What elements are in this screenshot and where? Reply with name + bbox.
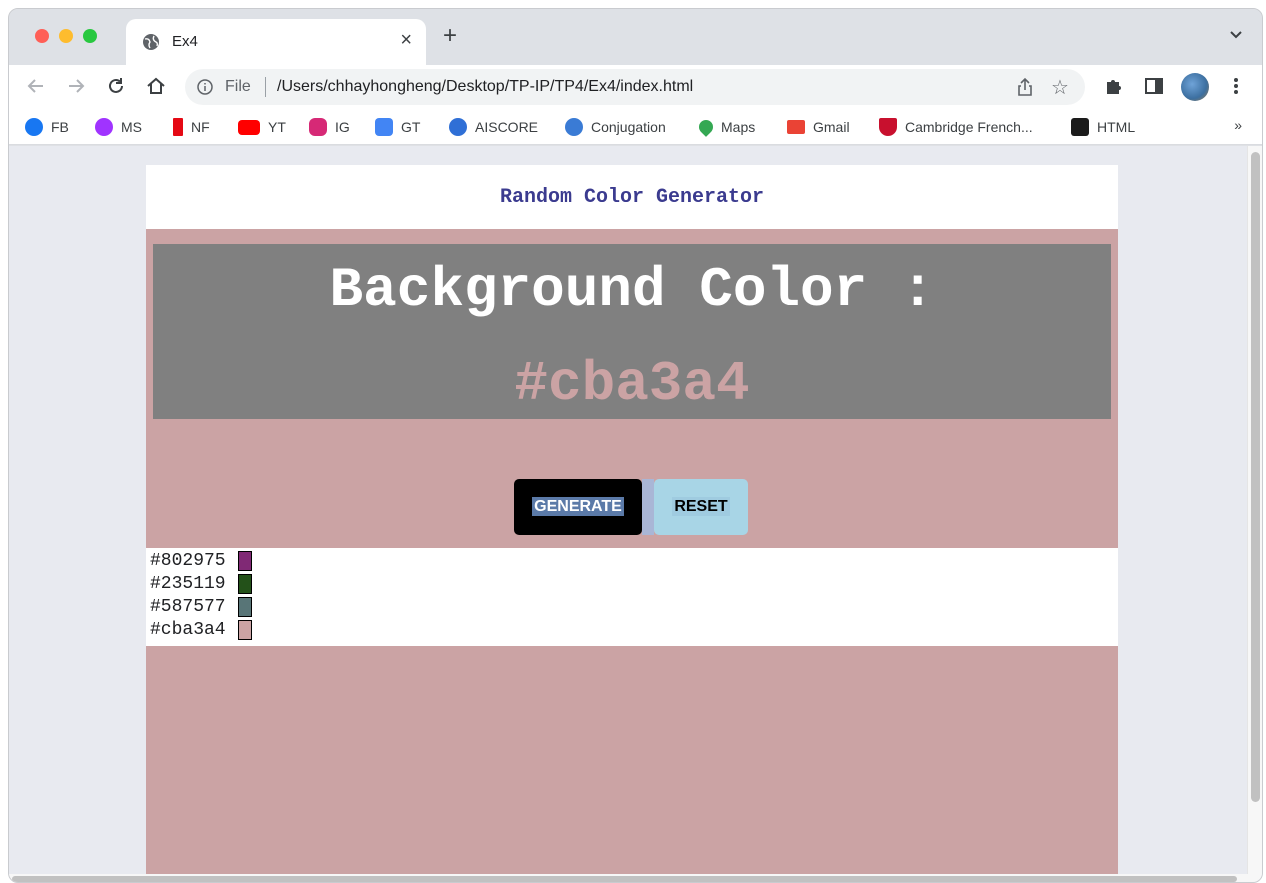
bookmark-ms[interactable]: MS <box>95 117 142 137</box>
address-separator <box>265 77 266 97</box>
color-area: Background Color : #cba3a4 GENERATE RESE… <box>146 229 1118 548</box>
forward-arrow-icon[interactable] <box>65 75 87 97</box>
color-history-list: #802975 #235119 #587577 #cba3a4 <box>146 548 1118 646</box>
bookmark-gt[interactable]: GT <box>375 117 420 137</box>
address-bar[interactable]: File /Users/chhayhongheng/Desktop/TP-IP/… <box>185 69 1085 105</box>
globe-icon <box>143 34 159 50</box>
history-hex: #587577 <box>150 596 226 617</box>
facebook-icon <box>25 118 43 136</box>
bookmark-cambridge[interactable]: Cambridge French... <box>879 117 1033 137</box>
bookmark-html[interactable]: HTML <box>1071 117 1135 137</box>
bookmark-label: Conjugation <box>591 119 666 135</box>
side-panel-icon[interactable] <box>1143 75 1165 97</box>
generate-button[interactable]: GENERATE <box>514 479 642 535</box>
more-vertical-icon[interactable] <box>1225 75 1247 97</box>
page-container: Random Color Generator Background Color … <box>146 165 1118 874</box>
bookmark-label: Gmail <box>813 119 850 135</box>
bookmark-maps[interactable]: Maps <box>696 117 756 137</box>
page-background-area <box>146 646 1118 874</box>
google-translate-icon <box>375 118 393 136</box>
bookmark-label: MS <box>121 119 142 135</box>
minimize-window-button[interactable] <box>59 29 73 43</box>
page-viewport: Random Color Generator Background Color … <box>9 146 1247 874</box>
bookmark-ig[interactable]: IG <box>309 117 350 137</box>
maximize-window-button[interactable] <box>83 29 97 43</box>
history-swatch <box>237 573 252 594</box>
reload-icon[interactable] <box>105 75 127 97</box>
browser-toolbar: File /Users/chhayhongheng/Desktop/TP-IP/… <box>9 65 1262 109</box>
address-scheme-label: File <box>225 78 251 95</box>
bookmark-yt[interactable]: YT <box>238 117 286 137</box>
chevron-down-icon[interactable] <box>1228 27 1244 43</box>
history-hex: #235119 <box>150 573 226 594</box>
generate-button-label: GENERATE <box>532 497 624 516</box>
bookmark-label: YT <box>268 119 286 135</box>
history-hex: #802975 <box>150 550 226 571</box>
instagram-icon <box>309 118 327 136</box>
bookmark-nf[interactable]: NF <box>173 117 210 137</box>
bookmark-label: Maps <box>721 119 756 135</box>
history-swatch <box>237 596 252 617</box>
share-icon[interactable] <box>1015 77 1035 97</box>
vertical-scroll-thumb[interactable] <box>1251 152 1260 802</box>
bookmark-label: GT <box>401 119 421 135</box>
profile-avatar[interactable] <box>1181 73 1209 101</box>
history-swatch <box>237 550 252 571</box>
messenger-icon <box>95 118 113 136</box>
button-row: GENERATE RESET <box>514 479 750 535</box>
background-color-value: #cba3a4 <box>514 352 750 416</box>
tab-ex4[interactable]: Ex4 × <box>126 19 426 65</box>
bookmark-label: NF <box>191 119 210 135</box>
bookmark-label: HTML <box>1097 119 1136 135</box>
color-display-box: Background Color : #cba3a4 <box>153 244 1111 419</box>
history-item: #cba3a4 <box>150 618 252 641</box>
browser-window: Ex4 × + File /Users/chhayhongheng/Deskto… <box>8 8 1263 883</box>
history-item: #235119 <box>150 572 252 595</box>
background-color-label: Background Color : <box>329 258 935 322</box>
info-icon[interactable] <box>197 79 213 95</box>
html-icon <box>1071 118 1089 136</box>
home-icon[interactable] <box>145 75 167 97</box>
bookmark-aiscore[interactable]: AISCORE <box>449 117 538 137</box>
address-url[interactable]: /Users/chhayhongheng/Desktop/TP-IP/TP4/E… <box>277 78 693 96</box>
bookmark-label: Cambridge French... <box>905 119 1033 135</box>
aiscore-icon <box>449 118 467 136</box>
bookmark-label: AISCORE <box>475 119 539 135</box>
tab-title: Ex4 <box>172 33 198 50</box>
bookmark-conjugation[interactable]: Conjugation <box>565 117 666 137</box>
back-arrow-icon[interactable] <box>25 75 47 97</box>
history-swatch <box>237 619 252 640</box>
bookmark-gmail[interactable]: Gmail <box>787 117 850 137</box>
vertical-scrollbar[interactable] <box>1247 146 1262 874</box>
new-tab-button[interactable]: + <box>443 24 457 48</box>
history-hex: #cba3a4 <box>150 619 226 640</box>
reset-button[interactable]: RESET <box>654 479 748 535</box>
tab-close-icon[interactable]: × <box>400 29 412 52</box>
history-item: #802975 <box>150 549 252 572</box>
tab-strip: Ex4 × + <box>9 9 1262 65</box>
conjugation-icon <box>565 118 583 136</box>
bookmark-label: IG <box>335 119 350 135</box>
maps-icon <box>696 117 716 137</box>
button-gap <box>642 479 654 535</box>
horizontal-scrollbar[interactable] <box>9 874 1262 882</box>
history-item: #587577 <box>150 595 252 618</box>
reset-button-label: RESET <box>672 497 730 516</box>
bookmarks-bar: FB MS NF YT IG GT AISCORE Conjugation Ma… <box>9 109 1262 145</box>
bookmarks-overflow-button[interactable]: » <box>1234 117 1242 133</box>
netflix-icon <box>173 118 183 136</box>
bookmark-star-icon[interactable]: ☆ <box>1051 75 1069 100</box>
page-title: Random Color Generator <box>499 185 765 209</box>
page-header: Random Color Generator <box>146 165 1118 229</box>
close-window-button[interactable] <box>35 29 49 43</box>
extensions-puzzle-icon[interactable] <box>1103 75 1125 97</box>
bookmark-fb[interactable]: FB <box>25 117 69 137</box>
horizontal-scroll-thumb[interactable] <box>12 876 1237 882</box>
bookmark-label: FB <box>51 119 69 135</box>
cambridge-icon <box>879 118 897 136</box>
gmail-icon <box>787 120 805 134</box>
youtube-icon <box>238 119 260 135</box>
